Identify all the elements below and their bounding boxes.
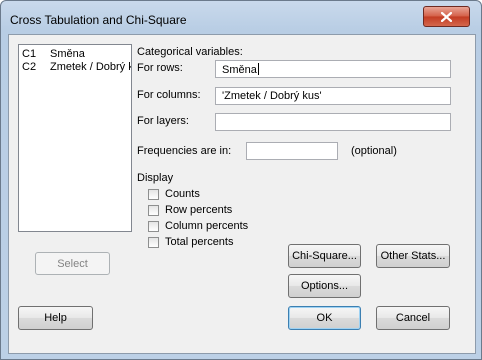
close-button[interactable] (423, 6, 470, 27)
layers-field[interactable] (215, 113, 451, 131)
title-bar[interactable]: Cross Tabulation and Chi-Square (1, 1, 481, 35)
cancel-button-label: Cancel (395, 312, 431, 324)
frequencies-field[interactable] (246, 142, 338, 160)
text-cursor (257, 63, 259, 75)
ok-button[interactable]: OK (288, 306, 361, 330)
options-button[interactable]: Options... (288, 274, 361, 298)
columns-field[interactable]: 'Zmetek / Dobrý kus' (215, 87, 451, 105)
column-percents-checkbox[interactable] (148, 221, 159, 232)
counts-checkbox[interactable] (148, 189, 159, 200)
help-button-label: Help (44, 312, 67, 324)
column-name: Směna (50, 48, 85, 60)
layers-label: For layers: (137, 115, 189, 127)
other-stats-button-label: Other Stats... (380, 250, 446, 262)
select-button[interactable]: Select (35, 252, 110, 275)
ok-button-label: OK (316, 312, 333, 324)
dialog-title: Cross Tabulation and Chi-Square (10, 13, 187, 27)
rows-field[interactable]: Směna (215, 60, 451, 78)
columns-field-value: 'Zmetek / Dobrý kus' (222, 90, 322, 102)
optional-note: (optional) (351, 145, 397, 157)
rows-field-value: Směna (222, 64, 257, 76)
variable-list[interactable]: C1 Směna C2 Zmetek / Dobrý k (18, 44, 132, 232)
column-number: C2 (22, 61, 37, 73)
columns-label: For columns: (137, 89, 201, 101)
dialog-window: Cross Tabulation and Chi-Square C1 Směna… (0, 0, 482, 360)
help-button[interactable]: Help (18, 306, 93, 330)
select-button-label: Select (57, 257, 88, 270)
chi-square-button-label: Chi-Square... (292, 250, 357, 262)
rows-label: For rows: (137, 62, 183, 74)
frequencies-label: Frequencies are in: (137, 145, 232, 157)
chi-square-button[interactable]: Chi-Square... (288, 244, 361, 268)
categorical-variables-heading: Categorical variables: (137, 46, 243, 58)
row-percents-label[interactable]: Row percents (165, 204, 232, 216)
total-percents-label[interactable]: Total percents (165, 236, 233, 248)
close-icon (441, 11, 452, 22)
other-stats-button[interactable]: Other Stats... (376, 244, 450, 268)
display-heading: Display (137, 172, 174, 184)
dialog-client-area: C1 Směna C2 Zmetek / Dobrý k Categorical… (8, 34, 476, 354)
column-name: Zmetek / Dobrý k (50, 61, 132, 73)
cancel-button[interactable]: Cancel (376, 306, 450, 330)
total-percents-checkbox[interactable] (148, 237, 159, 248)
column-number: C1 (22, 48, 37, 60)
counts-label[interactable]: Counts (165, 188, 200, 200)
options-button-label: Options... (300, 280, 349, 292)
row-percents-checkbox[interactable] (148, 205, 159, 216)
column-percents-label[interactable]: Column percents (165, 220, 248, 232)
